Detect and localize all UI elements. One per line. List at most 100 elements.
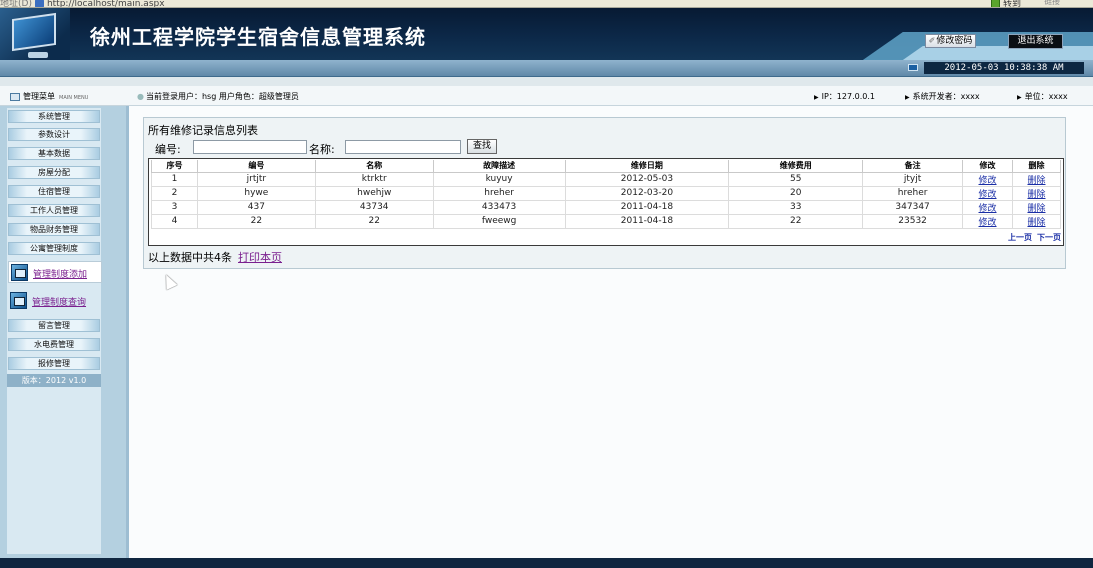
delete-link[interactable]: 删除 [1027,204,1045,214]
sidebar-item-repairs[interactable]: 报修管理 [8,357,100,370]
app-header: 徐州工程学院学生宿舍信息管理系统 ✐修改密码 退出系统 [0,8,1093,60]
computer-monitor-icon [12,12,56,52]
edit-link[interactable]: 修改 [979,176,997,186]
add-rule-link[interactable]: 管理制度添加 [33,267,87,280]
column-header: 维修日期 [564,160,730,173]
document-icon [10,292,27,309]
repair-table-container: 序号 编号 名称 故障描述 维修日期 维修费用 备注 修改 删除 1 jrtjtr ktrktr ku… [148,158,1064,246]
edit-link[interactable]: 修改 [979,190,997,200]
summary-text: 以上数据中共4条 [148,251,232,264]
name-label: 名称: [309,143,335,156]
table-cell: 23532 [862,213,964,229]
sidebar-item-room-assign[interactable]: 房屋分配 [8,166,100,179]
edit-link[interactable]: 修改 [979,218,997,228]
unit-info: ▶ 单位：xxxx [1017,91,1068,102]
table-body: 1 jrtjtr ktrktr kuyuy 2012-05-03 55 jtyjt 修改 删除 2… [151,171,1061,229]
ip-info: ▶ IP：127.0.0.1 [814,91,875,102]
summary-line: 以上数据中共4条 打印本页 [148,249,282,265]
table-cell: hreher [432,185,566,201]
table-cell: hywe [196,185,316,201]
user-role-text: 当前登录用户：hsg 用户角色：超级管理员 [145,92,299,101]
status-bar: 管理菜单 MAIN MENU ● 当前登录用户：hsg 用户角色：超级管理员 ▶ IP… [0,86,1093,106]
browser-address-bar: 地址(D) http://localhost/main.aspx 转到 链接 [0,0,1093,8]
change-password-button[interactable]: ✐修改密码 [925,34,976,48]
unit-text: 单位：xxxx [1024,92,1068,101]
table-cell: fweewg [432,213,566,229]
column-header: 修改 [962,160,1013,173]
delete-link[interactable]: 删除 [1027,190,1045,200]
column-header: 序号 [151,160,198,173]
developer-info: ▶ 系统开发者：xxxx [905,91,980,102]
column-header: 编号 [196,160,316,173]
prev-page-link[interactable]: 上一页 [1008,233,1032,242]
app-title: 徐州工程学院学生宿舍信息管理系统 [90,25,426,49]
next-page-link[interactable]: 下一页 [1037,233,1061,242]
monitor-icon [908,64,918,71]
column-header: 删除 [1012,160,1061,173]
sidebar-item-staff[interactable]: 工作人员管理 [8,204,100,217]
links-button[interactable]: 链接 [1044,0,1060,7]
change-password-label: 修改密码 [936,36,973,46]
repair-list-panel: 所有维修记录信息列表 编号: 名称: 查找 序号 编号 名称 故障描述 维修日期 维修费用… [143,117,1066,269]
sidebar-item-lodging[interactable]: 住宿管理 [8,185,100,198]
table-cell: 22 [196,213,316,229]
arrow-right-icon: ▶ [814,94,819,101]
sidebar-item-utilities[interactable]: 水电费管理 [8,338,100,351]
pencil-icon: ✐ [928,36,936,45]
table-header-row: 序号 编号 名称 故障描述 维修日期 维修费用 备注 修改 删除 [151,160,1061,173]
code-input[interactable] [193,140,307,154]
table-cell: hwehjw [314,185,434,201]
developer-text: 系统开发者：xxxx [912,92,980,101]
url-text: http://localhost/main.aspx [46,0,165,8]
table-cell: kuyuy [432,171,566,187]
table-row: 3 437 43734 433473 2011-04-18 33 347347 修改 删除 [151,199,1061,215]
datetime-display: 2012-05-03 10:38:38 AM [924,62,1084,74]
exit-system-button[interactable]: 退出系统 [1008,34,1063,49]
sidebar: 系统管理 参数设计 基本数据 房屋分配 住宿管理 工作人员管理 物品财务管理 公… [0,106,126,558]
print-page-link[interactable]: 打印本页 [238,251,282,264]
sidebar-item-system[interactable]: 系统管理 [8,110,100,123]
table-cell: 22 [728,213,864,229]
table-cell: 43734 [314,199,434,215]
column-header: 故障描述 [432,160,566,173]
table-cell: 4 [151,213,198,229]
sidebar-item-rules[interactable]: 公寓管理制度 [8,242,100,255]
table-cell: 删除 [1012,199,1061,215]
sidebar-subitem-query-rule[interactable]: 管理制度查询 [8,290,102,312]
ip-text: IP：127.0.0.1 [821,92,875,101]
column-header: 维修费用 [728,160,864,173]
menu-title: 管理菜单 [23,92,55,101]
delete-link[interactable]: 删除 [1027,218,1045,228]
sidebar-item-messages[interactable]: 留言管理 [8,319,100,332]
pager: 上一页 下一页 [1003,232,1061,243]
info-bar: 2012-05-03 10:38:38 AM [0,60,1093,77]
version-label: 版本：2012 v1.0 [7,374,101,387]
edit-link[interactable]: 修改 [979,204,997,214]
delete-link[interactable]: 删除 [1027,176,1045,186]
table-cell: 删除 [1012,213,1061,229]
code-label: 编号: [155,143,181,156]
go-button[interactable]: 转到 [1003,0,1021,7]
table-cell: 2011-04-18 [564,199,730,215]
sidebar-item-params[interactable]: 参数设计 [8,128,100,141]
sidebar-item-finance[interactable]: 物品财务管理 [8,223,100,236]
name-input[interactable] [345,140,461,154]
document-icon [11,264,28,281]
table-cell: 22 [314,213,434,229]
go-arrow-icon[interactable] [991,0,1000,7]
menu-header: 管理菜单 MAIN MENU [10,91,88,102]
table-cell: 2012-05-03 [564,171,730,187]
sidebar-item-basic-data[interactable]: 基本数据 [8,147,100,160]
logo [0,8,70,60]
main-left-border [126,106,129,558]
table-cell: hreher [862,185,964,201]
sidebar-subitem-add-rule[interactable]: 管理制度添加 [8,261,102,283]
table-cell: 修改 [962,199,1013,215]
address-field[interactable]: 地址(D) http://localhost/main.aspx [0,0,165,8]
window-bottom-border [0,558,1093,568]
table-cell: 347347 [862,199,964,215]
search-button[interactable]: 查找 [467,139,497,154]
table-cell: 删除 [1012,185,1061,201]
repair-table: 序号 编号 名称 故障描述 维修日期 维修费用 备注 修改 删除 1 jrtjtr ktrktr ku… [151,160,1061,229]
query-rule-link[interactable]: 管理制度查询 [32,295,86,308]
